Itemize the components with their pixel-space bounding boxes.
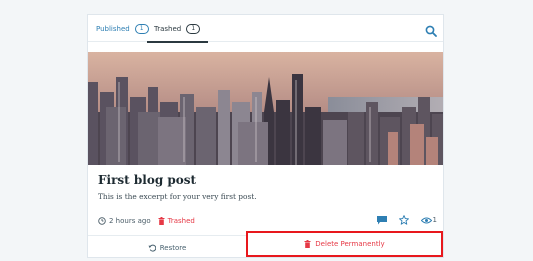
trash-icon	[304, 240, 311, 248]
eye-icon	[420, 217, 432, 223]
restore-button-label: Restore	[159, 243, 187, 252]
active-tab-indicator	[147, 41, 208, 43]
post-actions: 1	[365, 214, 437, 226]
card-footer: Restore Delete Permanently	[88, 231, 443, 259]
star-icon[interactable]	[398, 215, 409, 225]
post-excerpt: This is the excerpt for your very first …	[98, 192, 257, 201]
tab-published[interactable]: Published 1	[96, 15, 149, 42]
post-time-text: 2 hours ago	[109, 217, 151, 225]
tab-trashed[interactable]: Trashed 1	[147, 15, 208, 43]
delete-permanently-button[interactable]: Delete Permanently	[246, 231, 443, 257]
undo-icon	[148, 244, 156, 252]
comment-icon[interactable]	[376, 215, 387, 225]
post-status-text: Trashed	[167, 217, 195, 225]
post-card: Published 1 Trashed 1 First blog post Th…	[87, 14, 444, 258]
post-meta: 2 hours ago Trashed	[98, 216, 195, 226]
clock-icon	[98, 217, 106, 225]
views-count: 1	[432, 216, 437, 224]
post-title[interactable]: First blog post	[98, 173, 196, 187]
trash-icon	[158, 217, 165, 225]
tab-trashed-label: Trashed	[154, 24, 182, 33]
restore-button[interactable]: Restore	[88, 236, 246, 259]
post-status-tabs: Published 1 Trashed 1	[88, 15, 443, 43]
tab-trashed-count: 1	[186, 23, 201, 34]
tab-published-label: Published	[96, 24, 130, 33]
post-status: Trashed	[158, 217, 195, 225]
views-stat[interactable]: 1	[420, 216, 437, 224]
search-icon[interactable]	[425, 22, 437, 37]
post-time: 2 hours ago	[98, 217, 151, 225]
delete-permanently-label: Delete Permanently	[315, 240, 385, 248]
featured-image[interactable]	[88, 52, 443, 165]
